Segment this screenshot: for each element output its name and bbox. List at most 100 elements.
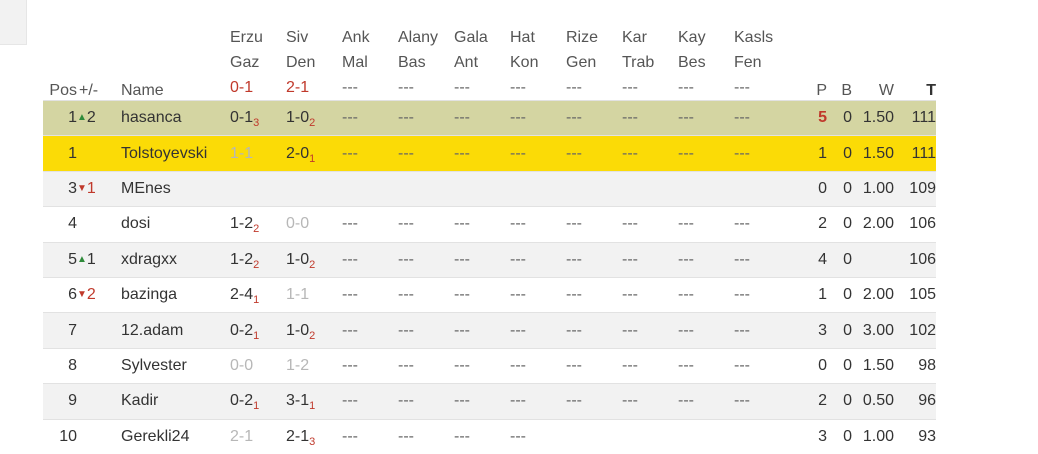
table-row[interactable]: 8Sylvester0-01-2------------------------…: [43, 348, 936, 383]
header-match-4[interactable]: GalaAnt---: [454, 24, 510, 101]
header-total[interactable]: T: [894, 24, 936, 101]
table-row[interactable]: 9Kadir0-213-11------------------------20…: [43, 384, 936, 419]
row-prediction: ---: [678, 277, 734, 312]
row-player-name[interactable]: 12.adam: [121, 313, 230, 348]
row-player-name[interactable]: Sylvester: [121, 348, 230, 383]
table-row[interactable]: 10Gerekli242-12-13------------301.0093: [43, 419, 936, 454]
row-change-value: 1: [87, 251, 96, 268]
prediction-points: 2: [309, 330, 315, 342]
row-prediction: 2-1: [230, 419, 286, 454]
table-row[interactable]: 3▼1MEnes001.00109: [43, 171, 936, 206]
row-change: [77, 207, 121, 242]
header-pos[interactable]: Pos: [43, 24, 77, 101]
match-home-team: Rize: [566, 25, 622, 50]
header-match-6[interactable]: RizeGen---: [566, 24, 622, 101]
row-prediction: ---: [398, 384, 454, 419]
row-prediction: ---: [622, 101, 678, 136]
row-player-name[interactable]: bazinga: [121, 277, 230, 312]
row-prediction: ---: [734, 207, 806, 242]
header-change[interactable]: +/-: [77, 24, 121, 101]
header-bonus[interactable]: B: [827, 24, 852, 101]
side-panel-tab[interactable]: [0, 0, 27, 45]
row-prediction: ---: [398, 101, 454, 136]
prediction-score: ---: [678, 357, 694, 374]
match-home-team: Kar: [622, 25, 678, 50]
prediction-score: 2-1: [286, 428, 309, 445]
prediction-score: ---: [342, 286, 358, 303]
row-prediction: 1-02: [286, 313, 342, 348]
row-bonus: 0: [827, 207, 852, 242]
row-prediction: ---: [510, 242, 566, 277]
row-total: 96: [894, 384, 936, 419]
table-row[interactable]: 712.adam0-211-02------------------------…: [43, 313, 936, 348]
row-player-name[interactable]: Kadir: [121, 384, 230, 419]
row-prediction: ---: [678, 348, 734, 383]
header-match-5[interactable]: HatKon---: [510, 24, 566, 101]
row-prediction: ---: [566, 313, 622, 348]
row-prediction: 0-0: [230, 348, 286, 383]
header-played[interactable]: P: [806, 24, 827, 101]
row-change-value: 2: [87, 109, 96, 126]
triangle-up-icon: ▲: [77, 112, 87, 123]
prediction-score: ---: [566, 392, 582, 409]
row-prediction: ---: [342, 384, 398, 419]
table-row[interactable]: 6▼2bazinga2-411-1-----------------------…: [43, 277, 936, 312]
table-row[interactable]: 1▲2hasanca0-131-02----------------------…: [43, 101, 936, 136]
row-played: 0: [806, 348, 827, 383]
prediction-score: 1-1: [230, 145, 253, 162]
prediction-score: 1-1: [286, 286, 309, 303]
table-row[interactable]: 5▲1xdragxx1-221-02----------------------…: [43, 242, 936, 277]
row-played: 3: [806, 313, 827, 348]
prediction-score: ---: [622, 286, 638, 303]
match-result: ---: [622, 75, 678, 100]
row-prediction: ---: [734, 101, 806, 136]
prediction-score: ---: [342, 357, 358, 374]
row-player-name[interactable]: Gerekli24: [121, 419, 230, 454]
header-match-0[interactable]: ErzuGaz0-1: [230, 24, 286, 101]
prediction-score: ---: [678, 322, 694, 339]
prediction-score: ---: [678, 251, 694, 268]
header-match-8[interactable]: KayBes---: [678, 24, 734, 101]
header-match-7[interactable]: KarTrab---: [622, 24, 678, 101]
row-player-name[interactable]: Tolstoyevski: [121, 136, 230, 171]
row-player-name[interactable]: dosi: [121, 207, 230, 242]
prediction-score: 2-1: [230, 428, 253, 445]
match-home-team: Gala: [454, 25, 510, 50]
row-prediction: 1-22: [230, 207, 286, 242]
table-row[interactable]: 1Tolstoyevski1-12-01--------------------…: [43, 136, 936, 171]
prediction-score: ---: [734, 322, 750, 339]
prediction-score: ---: [510, 286, 526, 303]
standings-table: Pos +/- Name ErzuGaz0-1SivDen2-1AnkMal--…: [43, 24, 936, 454]
table-row[interactable]: 4dosi1-220-0------------------------202.…: [43, 207, 936, 242]
row-prediction: ---: [566, 136, 622, 171]
row-total: 106: [894, 242, 936, 277]
row-weight: 1.00: [852, 171, 894, 206]
header-match-9[interactable]: KaslsFen---: [734, 24, 806, 101]
row-prediction: ---: [342, 207, 398, 242]
row-played: 1: [806, 277, 827, 312]
header-match-2[interactable]: AnkMal---: [342, 24, 398, 101]
row-player-name[interactable]: xdragxx: [121, 242, 230, 277]
row-prediction: 1-1: [230, 136, 286, 171]
header-match-1[interactable]: SivDen2-1: [286, 24, 342, 101]
row-player-name[interactable]: hasanca: [121, 101, 230, 136]
match-home-team: Hat: [510, 25, 566, 50]
row-prediction: ---: [342, 277, 398, 312]
prediction-score: ---: [622, 392, 638, 409]
row-prediction: ---: [454, 207, 510, 242]
row-player-name[interactable]: MEnes: [121, 171, 230, 206]
prediction-score: ---: [454, 428, 470, 445]
row-prediction: [454, 171, 510, 206]
header-weight[interactable]: W: [852, 24, 894, 101]
header-match-3[interactable]: AlanyBas---: [398, 24, 454, 101]
prediction-score: ---: [566, 357, 582, 374]
prediction-score: ---: [566, 322, 582, 339]
prediction-score: ---: [734, 109, 750, 126]
prediction-score: ---: [342, 428, 358, 445]
header-name[interactable]: Name: [121, 24, 230, 101]
prediction-score: ---: [510, 145, 526, 162]
row-prediction: ---: [622, 313, 678, 348]
row-change: ▲1: [77, 242, 121, 277]
row-bonus: 0: [827, 171, 852, 206]
prediction-score: ---: [398, 215, 414, 232]
